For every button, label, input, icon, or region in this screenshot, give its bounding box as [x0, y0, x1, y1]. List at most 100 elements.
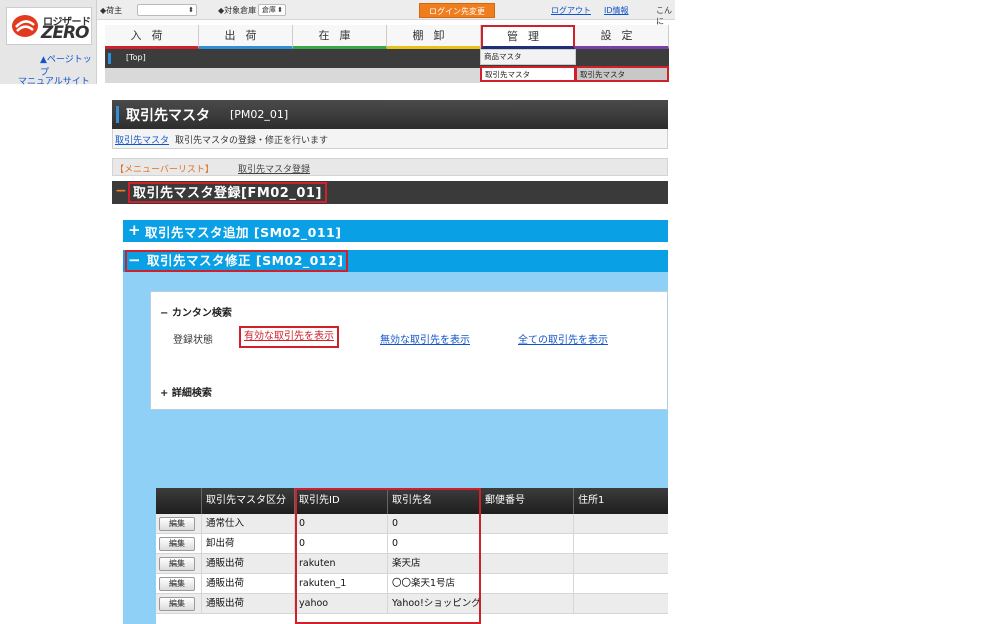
cell-postal: [481, 534, 574, 554]
table-row: 編集 通販出荷 rakuten 楽天店: [156, 554, 668, 574]
logout-link[interactable]: ログアウト: [551, 5, 591, 16]
shipper-label: ◆荷主: [100, 6, 123, 15]
collapse-minus-icon[interactable]: −: [128, 251, 141, 269]
breadcrumb-description: 取引先マスタの登録・修正を行います: [175, 136, 329, 146]
edit-button[interactable]: 編集: [159, 597, 195, 611]
page-code: [PM02_01]: [230, 108, 289, 121]
title-accent: [116, 106, 119, 123]
greeting-text: こんに: [656, 6, 672, 26]
column-header-address1: 住所1: [578, 495, 605, 506]
subnav-accent: [108, 53, 111, 64]
id-info-link[interactable]: ID情報: [604, 5, 629, 16]
cell-postal: [481, 514, 574, 534]
cell-type: 卸出荷: [202, 534, 295, 554]
edit-button[interactable]: 編集: [159, 577, 195, 591]
easy-search-toggle[interactable]: − カンタン検索: [160, 304, 232, 319]
edit-cell: 編集: [156, 514, 202, 534]
tab-shipping[interactable]: 出荷: [199, 25, 293, 49]
cell-id: rakuten_1: [295, 574, 388, 594]
search-panel: − カンタン検索 登録状態 有効な取引先を表示 無効な取引先を表示 全ての取引先…: [150, 291, 668, 410]
collapse-minus-icon[interactable]: −: [115, 183, 127, 199]
cell-name: 〇〇楽天1号店: [388, 574, 481, 594]
table-row: 編集 通販出荷 rakuten_1 〇〇楽天1号店: [156, 574, 668, 594]
select-arrow-icon: ⬍: [188, 6, 194, 14]
subnav-gray-strip: [105, 68, 480, 83]
cell-postal: [481, 554, 574, 574]
main-tabs: 入荷 出荷 在庫 棚卸 管理 設定: [105, 25, 669, 49]
table-row: 編集 通販出荷 yahoo Yahoo!ショッピング: [156, 594, 668, 614]
edit-button[interactable]: 編集: [159, 537, 195, 551]
menu-bar-partner-registration-link[interactable]: 取引先マスタ登録: [238, 162, 310, 175]
manual-site-link[interactable]: マニュアルサイト: [18, 74, 90, 87]
cell-type: 通販出荷: [202, 554, 295, 574]
show-valid-partners-link[interactable]: 有効な取引先を表示: [239, 326, 339, 348]
logo-text-zero: ZERO: [41, 23, 89, 43]
expand-plus-icon: +: [160, 388, 169, 399]
detail-search-toggle[interactable]: + 詳細検索: [160, 384, 212, 399]
breadcrumb-link[interactable]: 取引先マスタ: [115, 133, 169, 146]
edit-cell: 編集: [156, 534, 202, 554]
cell-address1: [574, 574, 668, 594]
edit-cell: 編集: [156, 554, 202, 574]
tab-settings[interactable]: 設定: [575, 25, 669, 49]
cell-name: 0: [388, 514, 481, 534]
tab-inventory[interactable]: 在庫: [293, 25, 387, 49]
menu-bar-list: 【メニューバーリスト】 取引先マスタ登録: [112, 158, 668, 176]
expand-plus-icon[interactable]: +: [128, 221, 141, 239]
table-header: 取引先マスタ区分 取引先ID 取引先名 郵便番号 住所1: [156, 488, 668, 514]
sm-edit-section-header[interactable]: 取引先マスタ修正 [SM02_012] −: [123, 250, 668, 272]
sm-add-section-header[interactable]: + 取引先マスタ追加 [SM02_011]: [123, 220, 668, 242]
column-header-edit: [156, 488, 202, 514]
registration-status-label: 登録状態: [173, 335, 213, 346]
collapse-minus-icon: −: [160, 308, 169, 319]
fm-section-title: 取引先マスタ登録[FM02_01]: [128, 182, 327, 203]
cell-type: 通常仕入: [202, 514, 295, 534]
cell-id: yahoo: [295, 594, 388, 614]
sm-edit-title: 取引先マスタ修正 [SM02_012]: [125, 250, 349, 272]
column-header-id: 取引先ID: [295, 488, 388, 514]
logizard-logo[interactable]: ロジザード ZERO: [6, 7, 92, 45]
cell-address1: [574, 554, 668, 574]
header-bar: ◆荷主 ⬍ ◆対象倉庫 倉庫 ⬍ ログイン先変更 ログアウト ID情報 こんに: [97, 0, 675, 26]
tab-management[interactable]: 管理: [481, 25, 575, 49]
warehouse-select[interactable]: 倉庫 ⬍: [258, 4, 286, 16]
warehouse-label: ◆対象倉庫: [218, 6, 257, 15]
logo-column: ロジザード ZERO ▲ページトップ マニュアルサイト: [0, 0, 97, 87]
page-title: 取引先マスタ: [126, 108, 210, 124]
easy-search-title: カンタン検索: [171, 308, 232, 319]
show-invalid-partners-link[interactable]: 無効な取引先を表示: [380, 331, 470, 346]
menu-bar-list-label: 【メニューバーリスト】: [115, 165, 214, 175]
submenu-item-partner-master[interactable]: 取引先マスタ: [575, 66, 669, 82]
column-header-postal: 郵便番号: [481, 488, 574, 514]
cell-id: 0: [295, 534, 388, 554]
cell-address1: [574, 594, 668, 614]
cell-name: 楽天店: [388, 554, 481, 574]
fm-section-header[interactable]: − 取引先マスタ登録[FM02_01]: [112, 181, 668, 204]
sm-add-title: 取引先マスタ追加 [SM02_011]: [145, 225, 342, 240]
breadcrumb: 取引先マスタ 取引先マスタの登録・修正を行います: [112, 129, 668, 149]
edit-button[interactable]: 編集: [159, 517, 195, 531]
cell-postal: [481, 574, 574, 594]
cell-id: 0: [295, 514, 388, 534]
shipper-select[interactable]: ⬍: [137, 4, 197, 16]
cell-name: Yahoo!ショッピング: [388, 594, 481, 614]
warehouse-value: 倉庫: [262, 6, 276, 14]
logo-mark-icon: [12, 15, 38, 37]
show-all-partners-link[interactable]: 全ての取引先を表示: [518, 331, 608, 346]
subnav-top-link[interactable]: [Top]: [126, 53, 146, 62]
menu-item-product-master[interactable]: 商品マスタ: [480, 49, 576, 65]
column-header-type: 取引先マスタ区分: [202, 488, 295, 514]
cell-address1: [574, 514, 668, 534]
tab-receiving[interactable]: 入荷: [105, 25, 199, 49]
edit-cell: 編集: [156, 574, 202, 594]
table-row: 編集 卸出荷 0 0: [156, 534, 668, 554]
login-change-button[interactable]: ログイン先変更: [419, 3, 495, 18]
table-row: 編集 通常仕入 0 0: [156, 514, 668, 534]
cell-id: rakuten: [295, 554, 388, 574]
menu-item-partner-master[interactable]: 取引先マスタ: [480, 66, 576, 82]
tab-stocktaking[interactable]: 棚卸: [387, 25, 481, 49]
column-header-name: 取引先名: [388, 488, 481, 514]
page-title-bar: 取引先マスタ [PM02_01]: [112, 100, 668, 129]
edit-button[interactable]: 編集: [159, 557, 195, 571]
cell-type: 通販出荷: [202, 594, 295, 614]
